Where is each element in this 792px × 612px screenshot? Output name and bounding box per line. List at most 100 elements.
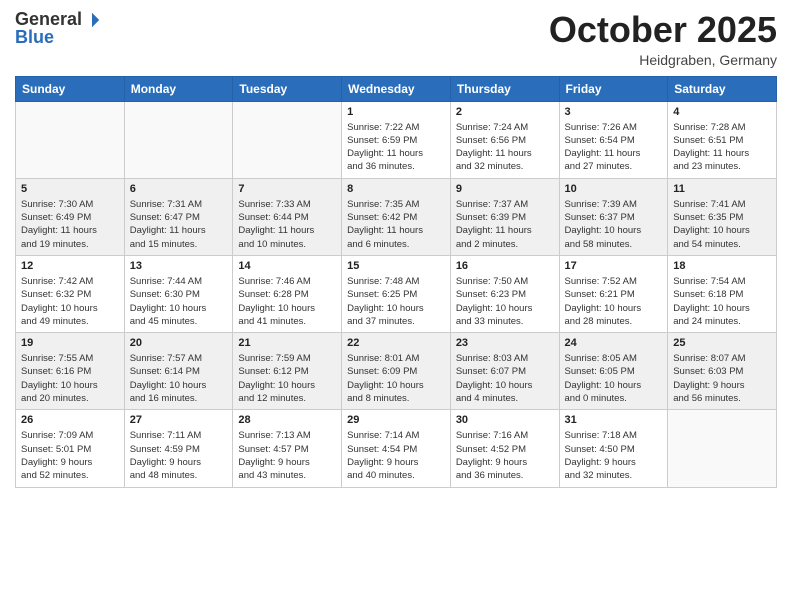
day-info: Sunrise: 7:11 AM Sunset: 4:59 PM Dayligh… xyxy=(130,429,228,482)
day-number: 9 xyxy=(456,183,554,195)
table-row xyxy=(233,101,342,178)
day-info: Sunrise: 8:05 AM Sunset: 6:05 PM Dayligh… xyxy=(565,352,663,405)
day-number: 13 xyxy=(130,260,228,272)
day-info: Sunrise: 7:13 AM Sunset: 4:57 PM Dayligh… xyxy=(238,429,336,482)
title-block: October 2025 Heidgraben, Germany xyxy=(549,10,777,68)
table-row: 13Sunrise: 7:44 AM Sunset: 6:30 PM Dayli… xyxy=(124,255,233,332)
day-info: Sunrise: 7:31 AM Sunset: 6:47 PM Dayligh… xyxy=(130,198,228,251)
day-info: Sunrise: 7:55 AM Sunset: 6:16 PM Dayligh… xyxy=(21,352,119,405)
logo-blue-text: Blue xyxy=(15,28,54,48)
col-saturday: Saturday xyxy=(668,76,777,101)
col-sunday: Sunday xyxy=(16,76,125,101)
table-row: 9 Sunrise: 7:37 AM Sunset: 6:39 PM Daylig… xyxy=(450,178,559,255)
day-number: 6 xyxy=(130,183,228,195)
table-row: 11Sunrise: 7:41 AM Sunset: 6:35 PM Dayli… xyxy=(668,178,777,255)
table-row xyxy=(124,101,233,178)
col-thursday: Thursday xyxy=(450,76,559,101)
calendar-header-row: Sunday Monday Tuesday Wednesday Thursday… xyxy=(16,76,777,101)
day-info: Sunrise: 7:09 AM Sunset: 5:01 PM Dayligh… xyxy=(21,429,119,482)
calendar-week-row: 5 Sunrise: 7:30 AM Sunset: 6:49 PM Daylig… xyxy=(16,178,777,255)
day-number: 22 xyxy=(347,337,445,349)
table-row: 20Sunrise: 7:57 AM Sunset: 6:14 PM Dayli… xyxy=(124,333,233,410)
table-row: 12 Sunrise: 7:42 AM Sunset: 6:32 PM Dayli… xyxy=(16,255,125,332)
day-number: 5 xyxy=(21,183,119,195)
day-info: Sunrise: 7:33 AM Sunset: 6:44 PM Dayligh… xyxy=(238,198,336,251)
table-row: 24 Sunrise: 8:05 AM Sunset: 6:05 PM Dayli… xyxy=(559,333,668,410)
calendar-week-row: 19 Sunrise: 7:55 AM Sunset: 6:16 PM Dayli… xyxy=(16,333,777,410)
day-number: 28 xyxy=(238,414,336,426)
table-row: 1Sunrise: 7:22 AM Sunset: 6:59 PM Daylig… xyxy=(342,101,451,178)
table-row: 17Sunrise: 7:52 AM Sunset: 6:21 PM Dayli… xyxy=(559,255,668,332)
table-row: 25 Sunrise: 8:07 AM Sunset: 6:03 PM Dayli… xyxy=(668,333,777,410)
table-row: 2 Sunrise: 7:24 AM Sunset: 6:56 PM Daylig… xyxy=(450,101,559,178)
day-number: 15 xyxy=(347,260,445,272)
day-number: 31 xyxy=(565,414,663,426)
table-row: 28 Sunrise: 7:13 AM Sunset: 4:57 PM Dayli… xyxy=(233,410,342,487)
table-row: 18Sunrise: 7:54 AM Sunset: 6:18 PM Dayli… xyxy=(668,255,777,332)
day-number: 24 xyxy=(565,337,663,349)
calendar-week-row: 26 Sunrise: 7:09 AM Sunset: 5:01 PM Dayli… xyxy=(16,410,777,487)
day-info: Sunrise: 7:52 AM Sunset: 6:21 PM Dayligh… xyxy=(565,275,663,328)
day-number: 12 xyxy=(21,260,119,272)
day-info: Sunrise: 7:41 AM Sunset: 6:35 PM Dayligh… xyxy=(673,198,771,251)
day-info: Sunrise: 7:18 AM Sunset: 4:50 PM Dayligh… xyxy=(565,429,663,482)
table-row: 15 Sunrise: 7:48 AM Sunset: 6:25 PM Dayli… xyxy=(342,255,451,332)
day-number: 14 xyxy=(238,260,336,272)
day-info: Sunrise: 8:01 AM Sunset: 6:09 PM Dayligh… xyxy=(347,352,445,405)
table-row xyxy=(668,410,777,487)
table-row: 4 Sunrise: 7:28 AM Sunset: 6:51 PM Daylig… xyxy=(668,101,777,178)
day-number: 19 xyxy=(21,337,119,349)
day-number: 26 xyxy=(21,414,119,426)
logo-flag-icon xyxy=(83,11,101,29)
day-info: Sunrise: 7:24 AM Sunset: 6:56 PM Dayligh… xyxy=(456,121,554,174)
day-info: Sunrise: 7:14 AM Sunset: 4:54 PM Dayligh… xyxy=(347,429,445,482)
table-row: 30 Sunrise: 7:16 AM Sunset: 4:52 PM Dayli… xyxy=(450,410,559,487)
calendar-week-row: 1Sunrise: 7:22 AM Sunset: 6:59 PM Daylig… xyxy=(16,101,777,178)
day-number: 27 xyxy=(130,414,228,426)
table-row: 29Sunrise: 7:14 AM Sunset: 4:54 PM Dayli… xyxy=(342,410,451,487)
day-number: 25 xyxy=(673,337,771,349)
day-number: 4 xyxy=(673,106,771,118)
col-tuesday: Tuesday xyxy=(233,76,342,101)
day-info: Sunrise: 7:39 AM Sunset: 6:37 PM Dayligh… xyxy=(565,198,663,251)
day-info: Sunrise: 7:28 AM Sunset: 6:51 PM Dayligh… xyxy=(673,121,771,174)
table-row: 5 Sunrise: 7:30 AM Sunset: 6:49 PM Daylig… xyxy=(16,178,125,255)
day-number: 10 xyxy=(565,183,663,195)
day-number: 21 xyxy=(238,337,336,349)
calendar-table: Sunday Monday Tuesday Wednesday Thursday… xyxy=(15,76,777,488)
logo: General Blue xyxy=(15,10,101,48)
table-row: 8Sunrise: 7:35 AM Sunset: 6:42 PM Daylig… xyxy=(342,178,451,255)
table-row: 7Sunrise: 7:33 AM Sunset: 6:44 PM Daylig… xyxy=(233,178,342,255)
col-friday: Friday xyxy=(559,76,668,101)
day-info: Sunrise: 7:50 AM Sunset: 6:23 PM Dayligh… xyxy=(456,275,554,328)
day-info: Sunrise: 7:30 AM Sunset: 6:49 PM Dayligh… xyxy=(21,198,119,251)
day-info: Sunrise: 7:46 AM Sunset: 6:28 PM Dayligh… xyxy=(238,275,336,328)
table-row: 3Sunrise: 7:26 AM Sunset: 6:54 PM Daylig… xyxy=(559,101,668,178)
table-row: 21 Sunrise: 7:59 AM Sunset: 6:12 PM Dayli… xyxy=(233,333,342,410)
page: General Blue October 2025 Heidgraben, Ge… xyxy=(0,0,792,612)
table-row: 6 Sunrise: 7:31 AM Sunset: 6:47 PM Daylig… xyxy=(124,178,233,255)
day-info: Sunrise: 7:37 AM Sunset: 6:39 PM Dayligh… xyxy=(456,198,554,251)
table-row: 16Sunrise: 7:50 AM Sunset: 6:23 PM Dayli… xyxy=(450,255,559,332)
table-row: 23Sunrise: 8:03 AM Sunset: 6:07 PM Dayli… xyxy=(450,333,559,410)
day-number: 3 xyxy=(565,106,663,118)
day-number: 2 xyxy=(456,106,554,118)
day-number: 23 xyxy=(456,337,554,349)
table-row: 22 Sunrise: 8:01 AM Sunset: 6:09 PM Dayli… xyxy=(342,333,451,410)
col-wednesday: Wednesday xyxy=(342,76,451,101)
col-monday: Monday xyxy=(124,76,233,101)
table-row: 31 Sunrise: 7:18 AM Sunset: 4:50 PM Dayli… xyxy=(559,410,668,487)
day-number: 30 xyxy=(456,414,554,426)
day-number: 18 xyxy=(673,260,771,272)
day-info: Sunrise: 7:59 AM Sunset: 6:12 PM Dayligh… xyxy=(238,352,336,405)
table-row: 27 Sunrise: 7:11 AM Sunset: 4:59 PM Dayli… xyxy=(124,410,233,487)
day-info: Sunrise: 7:42 AM Sunset: 6:32 PM Dayligh… xyxy=(21,275,119,328)
day-info: Sunrise: 7:57 AM Sunset: 6:14 PM Dayligh… xyxy=(130,352,228,405)
header: General Blue October 2025 Heidgraben, Ge… xyxy=(15,10,777,68)
table-row: 10 Sunrise: 7:39 AM Sunset: 6:37 PM Dayli… xyxy=(559,178,668,255)
day-info: Sunrise: 8:07 AM Sunset: 6:03 PM Dayligh… xyxy=(673,352,771,405)
day-info: Sunrise: 7:48 AM Sunset: 6:25 PM Dayligh… xyxy=(347,275,445,328)
table-row: 14 Sunrise: 7:46 AM Sunset: 6:28 PM Dayli… xyxy=(233,255,342,332)
day-info: Sunrise: 7:16 AM Sunset: 4:52 PM Dayligh… xyxy=(456,429,554,482)
day-number: 8 xyxy=(347,183,445,195)
